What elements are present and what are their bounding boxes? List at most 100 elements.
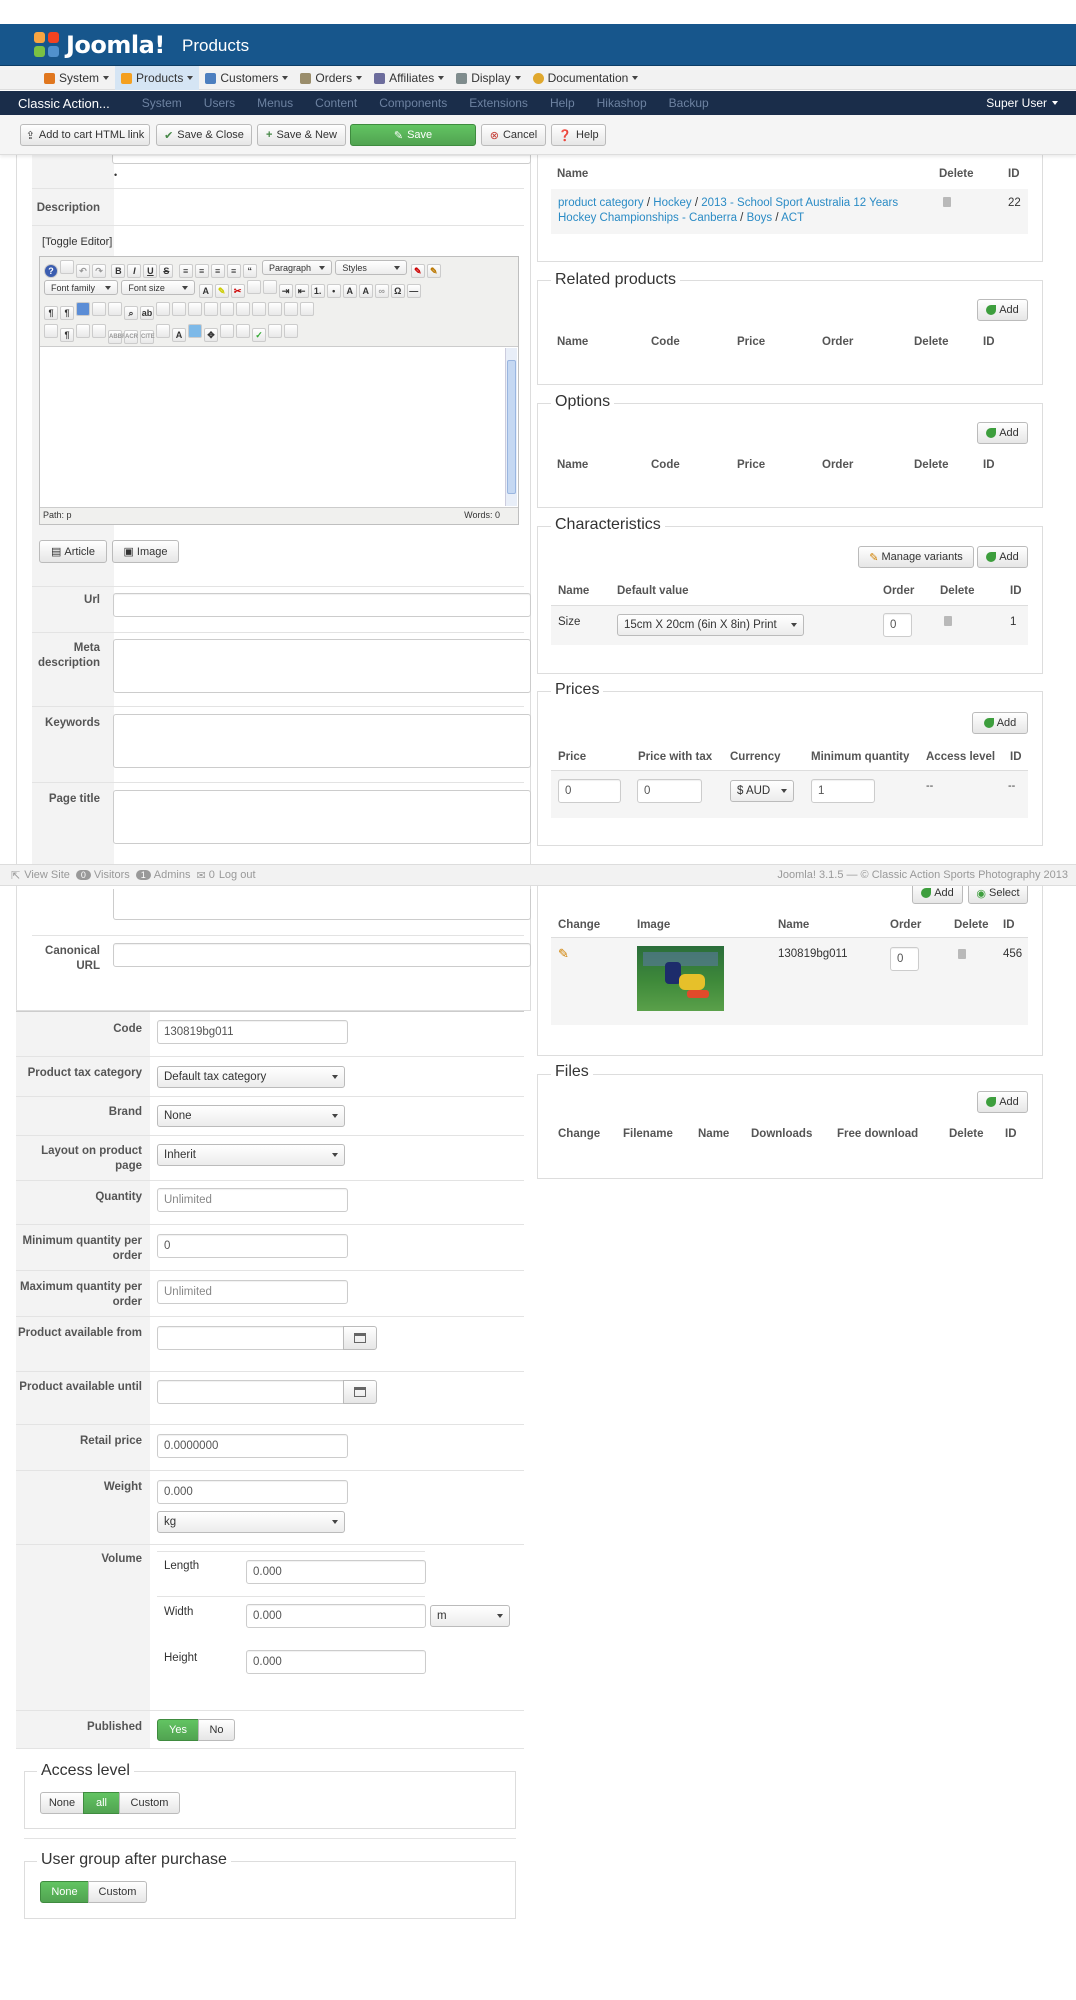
align-right-icon[interactable]: ≡ [226,264,241,278]
new-doc-icon[interactable] [60,260,74,274]
image-button[interactable]: ▣ Image [112,540,179,563]
insert-row-icon[interactable] [220,302,234,316]
canonical-url-input[interactable] [113,943,531,967]
style-icon[interactable]: A [172,328,186,342]
link-icon[interactable]: ∞ [374,284,389,298]
site-name-link[interactable]: Classic Action... [18,96,110,111]
scrollbar-thumb[interactable] [507,360,516,494]
retail-price-input[interactable]: 0.0000000 [157,1434,348,1458]
eraser-icon[interactable]: ✎ [410,264,425,278]
superscript-icon[interactable]: A [358,284,373,298]
prices-add-button[interactable]: Add [972,712,1028,734]
admin-backup[interactable]: Backup [669,96,709,110]
width-input[interactable]: 0.000 [246,1604,426,1628]
move-icon[interactable]: ✥ [204,328,218,342]
admin-hikashop[interactable]: Hikashop [597,96,647,110]
editor-content-area[interactable] [40,346,518,508]
max-quantity-input[interactable]: Unlimited [157,1280,348,1304]
indent-icon[interactable]: ⇥ [278,284,293,298]
trash-icon[interactable] [944,616,952,626]
merge-cell-icon[interactable] [300,302,314,316]
price-input[interactable]: 0 [558,779,621,803]
paste-icon[interactable] [262,280,277,294]
align-left-icon[interactable]: ≡ [194,264,209,278]
currency-select[interactable]: $ AUD [730,780,794,802]
cell-props-icon[interactable] [204,302,218,316]
published-yes-button[interactable]: Yes [157,1719,199,1741]
spell-icon[interactable]: ✓ [252,328,266,342]
outdent-icon[interactable]: ⇤ [294,284,309,298]
cancel-button[interactable]: ⊗ Cancel [481,124,546,146]
save-button[interactable]: ✎ Save [350,124,476,146]
price-with-tax-input[interactable]: 0 [637,779,702,803]
unordered-list-icon[interactable]: • [326,284,341,298]
weight-unit-select[interactable]: kg [157,1511,345,1533]
admin-components[interactable]: Components [379,96,447,110]
logout-link[interactable]: Log out [219,869,256,881]
trash-icon[interactable] [943,197,951,207]
available-from-input[interactable] [157,1326,344,1350]
subscript-icon[interactable]: A [342,284,357,298]
url-input[interactable] [113,593,531,617]
options-add-button[interactable]: Add [977,422,1028,444]
pagebreak-icon[interactable] [236,324,250,338]
strike-icon[interactable]: S [159,264,174,278]
cleanup-icon[interactable]: ✎ [426,264,441,278]
menu-products[interactable]: Products [115,66,200,90]
visual-aid-icon[interactable] [44,324,58,338]
fullscreen-icon[interactable] [76,302,90,316]
image-icon[interactable] [188,324,202,338]
insert-time-icon[interactable] [284,324,298,338]
insert-col-icon[interactable] [252,302,266,316]
ltr-icon[interactable]: ¶ [44,306,58,320]
save-close-button[interactable]: ✔ Save & Close [156,124,252,146]
justify-full-icon[interactable]: ≡ [178,264,193,278]
admin-extensions[interactable]: Extensions [469,96,528,110]
image-order-input[interactable]: 0 [890,947,919,971]
hr-icon[interactable]: — [406,284,421,298]
rtl-icon[interactable]: ¶ [60,306,74,320]
category-link[interactable]: ACT [781,212,804,224]
related-add-button[interactable]: Add [977,299,1028,321]
abbr-icon[interactable]: ABBR [108,330,126,344]
char-order-input[interactable]: 0 [883,613,912,637]
menu-documentation[interactable]: Documentation [527,66,645,90]
toggle-editor-link[interactable]: [Toggle Editor] [42,236,112,248]
char-default-select[interactable]: 15cm X 20cm (6in X 8in) Print [617,614,804,636]
split-cell-icon[interactable] [284,302,298,316]
underline-icon[interactable]: U [143,264,158,278]
help-button[interactable]: ❓ Help [551,124,606,146]
admin-help[interactable]: Help [550,96,575,110]
styles-select[interactable]: Styles [335,260,408,275]
min-qty-price-input[interactable]: 1 [811,779,875,803]
access-none-button[interactable]: None [40,1792,84,1814]
print-icon[interactable] [108,302,122,316]
quote-icon[interactable]: “ [242,264,257,278]
insert-date-icon[interactable] [268,324,282,338]
published-no-button[interactable]: No [198,1719,235,1741]
change-image-icon[interactable]: ✎ [558,946,569,962]
height-input[interactable]: 0.000 [246,1650,426,1674]
cite-icon[interactable]: CITE [140,330,155,344]
admin-content[interactable]: Content [315,96,357,110]
add-to-cart-html-button[interactable]: ⇪ Add to cart HTML link [20,124,150,146]
pilcrow-icon[interactable]: ¶ [60,328,74,342]
align-center-icon[interactable]: ≡ [210,264,225,278]
menu-orders[interactable]: Orders [294,66,368,90]
omega-icon[interactable]: Ω [390,284,405,298]
user-menu[interactable]: Super User [986,96,1058,110]
admin-users[interactable]: Users [204,96,235,110]
replace-icon[interactable]: ab [140,306,154,320]
quantity-input[interactable]: Unlimited [157,1188,348,1212]
category-link[interactable]: product category [558,197,644,209]
row-props-icon[interactable] [188,302,202,316]
layer-icon[interactable] [92,324,106,338]
acronym-icon[interactable]: ACR [124,330,138,344]
page-title-textarea[interactable] [113,790,531,844]
available-until-calendar-button[interactable] [343,1380,377,1404]
italic-icon[interactable]: I [127,264,142,278]
meta-description-textarea[interactable] [113,639,531,693]
delete-row-icon[interactable] [236,302,250,316]
length-input[interactable]: 0.000 [246,1560,426,1584]
menu-affiliates[interactable]: Affiliates [368,66,450,90]
